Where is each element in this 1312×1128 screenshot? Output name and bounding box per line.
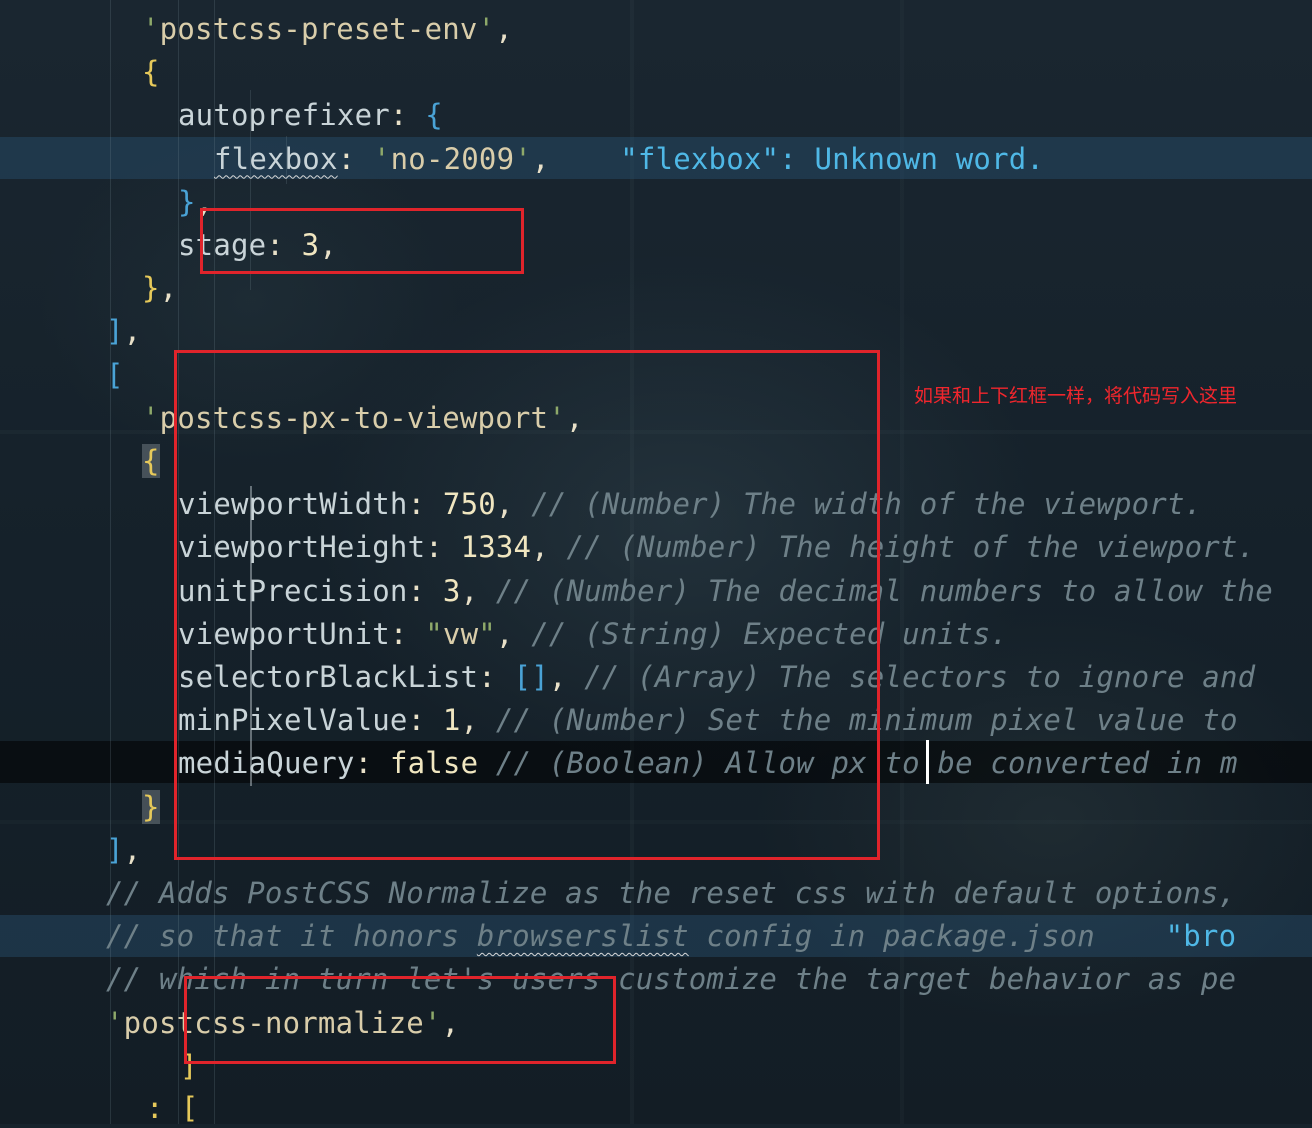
- code-token: :: [337, 141, 373, 176]
- code-token: ': [372, 141, 391, 176]
- code-token: browserslist: [476, 919, 689, 954]
- code-token: ,: [531, 141, 550, 176]
- annotation-note: 如果和上下红框一样，将代码写入这里: [914, 385, 1238, 407]
- text-cursor: [926, 740, 929, 784]
- code-token: }: [178, 184, 196, 219]
- code-token: no-2009: [390, 141, 515, 176]
- code-token: ': [142, 400, 160, 435]
- code-token: ': [106, 1005, 124, 1040]
- code-line[interactable]: {: [142, 52, 160, 92]
- code-token: "flexbox": Unknown word.: [620, 141, 1045, 176]
- code-token: [: [106, 357, 124, 392]
- code-line[interactable]: {: [142, 441, 160, 481]
- code-line[interactable]: // Adds PostCSS Normalize as the reset c…: [106, 873, 1236, 913]
- code-token: ': [142, 12, 160, 46]
- code-token: {: [425, 98, 443, 133]
- code-token: autoprefixer: [178, 98, 390, 133]
- annotation-box-px-to-viewport: [174, 350, 880, 860]
- code-line[interactable]: ],: [106, 830, 141, 870]
- code-token: "bro: [1165, 919, 1237, 954]
- code-line[interactable]: },: [142, 268, 177, 308]
- code-token: ': [477, 12, 496, 46]
- code-line[interactable]: }: [142, 787, 160, 827]
- code-token: }: [142, 789, 160, 824]
- next-entry-tail: : [: [146, 1091, 199, 1125]
- code-token: ,: [159, 271, 178, 306]
- code-line[interactable]: 'postcss-preset-env',: [142, 9, 513, 49]
- code-token: ]: [106, 314, 124, 349]
- code-token: ,: [495, 12, 513, 46]
- code-token: }: [142, 271, 160, 306]
- code-line[interactable]: flexbox: 'no-2009', "flexbox": Unknown w…: [214, 139, 1044, 179]
- code-token: postcss-preset-env: [159, 12, 478, 46]
- code-line[interactable]: autoprefixer: {: [178, 95, 443, 135]
- code-token: ]: [106, 832, 124, 867]
- code-line[interactable]: [: [106, 355, 124, 395]
- code-token: ': [514, 141, 532, 176]
- code-token: ,: [123, 314, 142, 349]
- code-token: // Adds PostCSS Normalize as the reset c…: [106, 876, 1237, 910]
- code-token: {: [142, 444, 160, 478]
- code-token: {: [142, 55, 160, 90]
- code-token: config in package.json: [688, 919, 1095, 954]
- code-token: :: [389, 98, 426, 133]
- code-token: ,: [123, 832, 142, 867]
- annotation-box-normalize: [184, 976, 616, 1064]
- code-token: flexbox: [214, 141, 338, 176]
- code-token: // so that it honors: [106, 919, 477, 954]
- annotation-box-stage: [200, 208, 524, 274]
- code-line[interactable]: // so that it honors browserslist config…: [106, 916, 1236, 956]
- code-line[interactable]: ],: [106, 311, 141, 351]
